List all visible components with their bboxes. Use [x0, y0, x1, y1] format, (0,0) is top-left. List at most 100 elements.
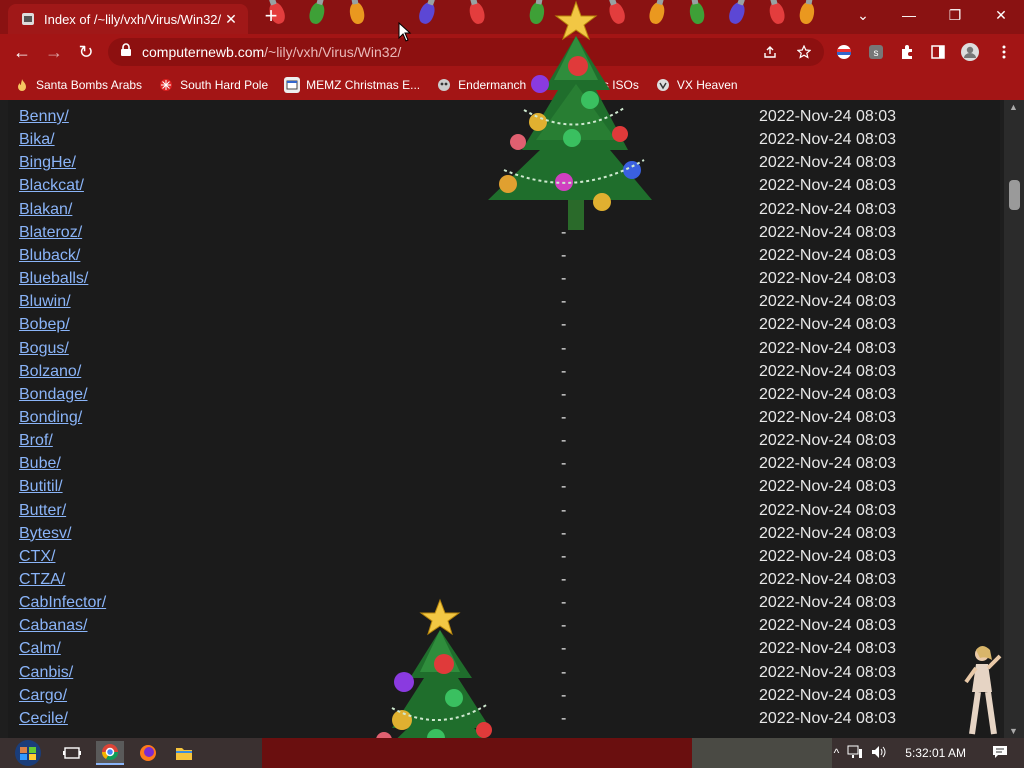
directory-link[interactable]: Bluback/: [19, 247, 80, 265]
reload-button[interactable]: ↻: [70, 36, 102, 68]
directory-link[interactable]: Blakan/: [19, 201, 72, 219]
tab-active[interactable]: Index of /~lily/vxh/Virus/Win32/ ✕: [8, 4, 248, 34]
bookmark-south-hard-pole[interactable]: South Hard Pole: [158, 77, 268, 93]
back-button[interactable]: ←: [6, 36, 38, 68]
date-cell: 2022-Nov-24 08:03: [759, 408, 896, 426]
bookmark-santa-bombs-arabs[interactable]: Santa Bombs Arabs: [14, 77, 142, 93]
scrollbar-thumb[interactable]: [1009, 180, 1020, 210]
vertical-scrollbar[interactable]: ▲ ▼: [1004, 100, 1024, 738]
bookmark-label: MEMZ Christmas E...: [306, 78, 421, 92]
date-cell: 2022-Nov-24 08:03: [759, 223, 896, 241]
start-button[interactable]: [8, 739, 48, 767]
system-tray: ^ 5:32:01 AM: [834, 738, 1024, 768]
size-cell: -: [561, 478, 567, 496]
side-panel-icon[interactable]: [928, 42, 948, 62]
taskbar-wallpaper-segment: [262, 738, 692, 768]
table-row: Bluwin/ - 2022-Nov-24 08:03: [19, 293, 979, 316]
more-menu-icon[interactable]: [994, 42, 1014, 62]
tab-title: Index of /~lily/vxh/Virus/Win32/: [44, 11, 222, 27]
size-cell: -: [561, 270, 567, 288]
directory-link[interactable]: Cabanas/: [19, 617, 88, 635]
notifications-icon[interactable]: [992, 744, 1008, 763]
date-cell: 2022-Nov-24 08:03: [759, 154, 896, 172]
task-view-icon[interactable]: [58, 741, 86, 765]
directory-link[interactable]: Bogus/: [19, 340, 69, 358]
directory-link[interactable]: Butter/: [19, 502, 66, 520]
network-icon[interactable]: [847, 745, 863, 762]
date-cell: 2022-Nov-24 08:03: [759, 663, 896, 681]
directory-link[interactable]: Brof/: [19, 432, 53, 450]
date-cell: 2022-Nov-24 08:03: [759, 640, 896, 658]
extensions-puzzle-icon[interactable]: [897, 42, 917, 62]
bookmark-star-icon[interactable]: [794, 42, 814, 62]
close-window-button[interactable]: ✕: [978, 0, 1024, 30]
directory-link[interactable]: Cargo/: [19, 687, 67, 705]
address-bar[interactable]: computernewb.com/~lily/vxh/Virus/Win32/: [108, 38, 824, 66]
table-row: Butter/ - 2022-Nov-24 08:03: [19, 502, 979, 525]
date-cell: 2022-Nov-24 08:03: [759, 478, 896, 496]
chevron-up-icon[interactable]: ^: [834, 746, 840, 760]
date-cell: 2022-Nov-24 08:03: [759, 246, 896, 264]
light-bulb-decoration: [307, 0, 327, 26]
directory-link[interactable]: CabInfector/: [19, 594, 106, 612]
flag-extension-icon[interactable]: [834, 42, 854, 62]
directory-link[interactable]: Blueballs/: [19, 270, 88, 288]
directory-link[interactable]: Benny/: [19, 108, 69, 126]
table-row: Butitil/ - 2022-Nov-24 08:03: [19, 478, 979, 501]
new-tab-button[interactable]: +: [258, 4, 284, 30]
directory-link[interactable]: Calm/: [19, 640, 61, 658]
directory-link[interactable]: CTZA/: [19, 571, 65, 589]
size-cell: -: [561, 339, 567, 357]
taskbar-wallpaper-segment: [692, 738, 832, 768]
directory-link[interactable]: Bika/: [19, 131, 55, 149]
directory-link[interactable]: Cecile/: [19, 710, 68, 728]
date-cell: 2022-Nov-24 08:03: [759, 270, 896, 288]
date-cell: 2022-Nov-24 08:03: [759, 594, 896, 612]
bookmark-memz-christmas[interactable]: MEMZ Christmas E...: [284, 77, 420, 93]
bookmark-label: Santa Bombs Arabs: [36, 78, 143, 92]
share-icon[interactable]: [760, 42, 780, 62]
directory-link[interactable]: Bonding/: [19, 409, 82, 427]
directory-link[interactable]: CTX/: [19, 548, 55, 566]
directory-link[interactable]: Blackcat/: [19, 177, 84, 195]
file-explorer-taskbar-icon[interactable]: [170, 741, 198, 765]
firefox-taskbar-icon[interactable]: [134, 741, 162, 765]
directory-link[interactable]: Bondage/: [19, 386, 88, 404]
volume-icon[interactable]: [871, 745, 887, 762]
clock[interactable]: 5:32:01 AM: [905, 746, 966, 760]
light-bulb-decoration: [416, 0, 438, 26]
directory-link[interactable]: Butitil/: [19, 478, 63, 496]
date-cell: 2022-Nov-24 08:03: [759, 385, 896, 403]
directory-link[interactable]: BingHe/: [19, 154, 76, 172]
size-cell: -: [561, 455, 567, 473]
directory-link[interactable]: Bube/: [19, 455, 61, 473]
date-cell: 2022-Nov-24 08:03: [759, 501, 896, 519]
directory-link[interactable]: Bolzano/: [19, 363, 81, 381]
svg-text:s: s: [874, 48, 879, 59]
table-row: CTX/ - 2022-Nov-24 08:03: [19, 548, 979, 571]
scroll-down-arrow-icon[interactable]: ▼: [1009, 726, 1018, 736]
restore-button[interactable]: ❐: [932, 0, 978, 30]
date-cell: 2022-Nov-24 08:03: [759, 455, 896, 473]
size-cell: -: [561, 709, 567, 727]
directory-link[interactable]: Bobep/: [19, 316, 70, 334]
bookmark-vx-heaven[interactable]: VX Heaven: [655, 77, 738, 93]
scroll-up-arrow-icon[interactable]: ▲: [1009, 102, 1018, 112]
size-cell: -: [561, 501, 567, 519]
table-row: Blueballs/ - 2022-Nov-24 08:03: [19, 270, 979, 293]
chrome-taskbar-icon[interactable]: [96, 741, 124, 765]
minimize-button[interactable]: —: [886, 0, 932, 30]
s-extension-icon[interactable]: s: [866, 42, 886, 62]
profile-avatar-icon[interactable]: [960, 42, 980, 62]
directory-link[interactable]: Canbis/: [19, 664, 73, 682]
light-bulb-decoration: [798, 0, 816, 26]
lock-icon[interactable]: [120, 42, 132, 62]
tab-close-icon[interactable]: ✕: [222, 11, 240, 28]
forward-button[interactable]: →: [38, 36, 70, 68]
directory-link[interactable]: Bluwin/: [19, 293, 71, 311]
tab-search-dropdown-icon[interactable]: ⌄: [840, 0, 886, 30]
directory-link[interactable]: Blateroz/: [19, 224, 82, 242]
table-row: Bolzano/ - 2022-Nov-24 08:03: [19, 363, 979, 386]
directory-link[interactable]: Bytesv/: [19, 525, 71, 543]
url-text[interactable]: computernewb.com/~lily/vxh/Virus/Win32/: [142, 44, 401, 60]
